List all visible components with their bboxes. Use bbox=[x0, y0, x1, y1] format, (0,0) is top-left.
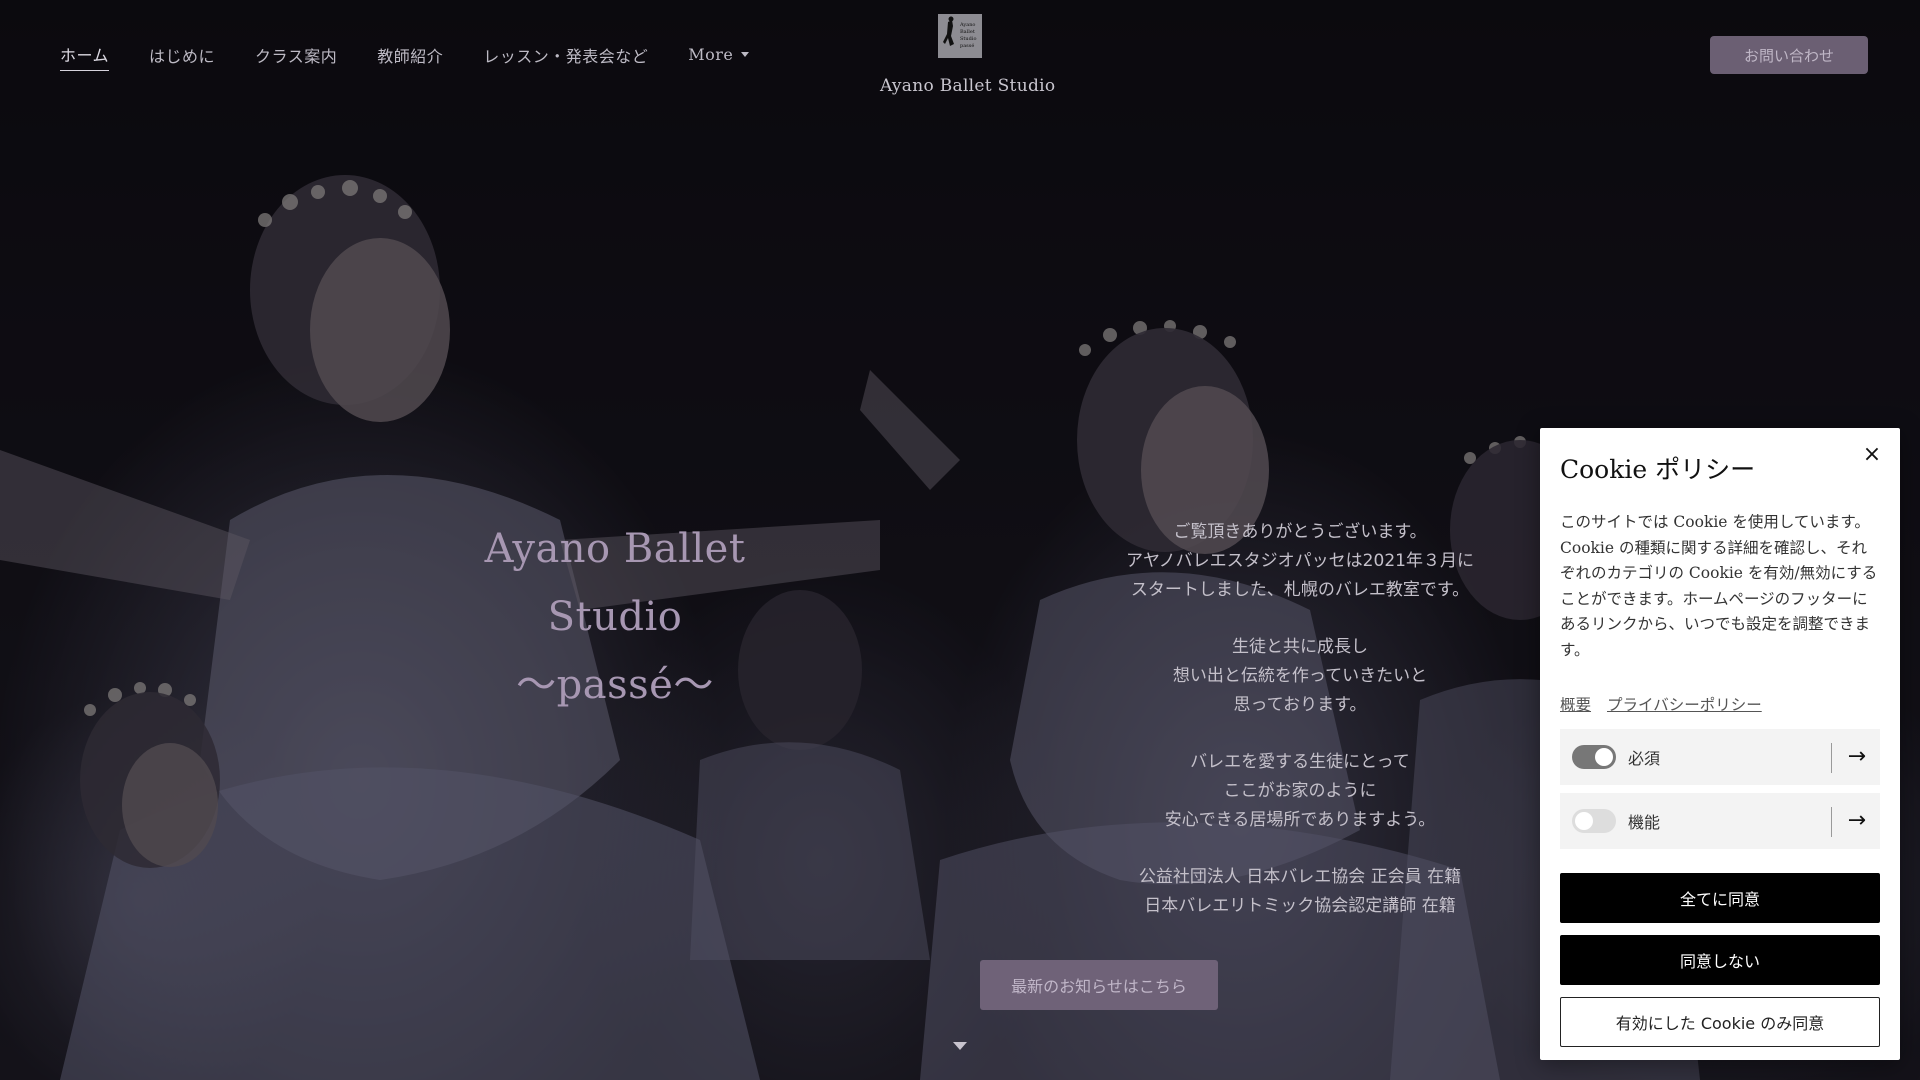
intro-line: 生徒と共に成長し bbox=[1232, 637, 1368, 657]
intro-line: ご覧頂きありがとうございます。 bbox=[1173, 522, 1427, 542]
cookie-dialog-title: Cookie ポリシー bbox=[1560, 455, 1756, 484]
hero-intro-text: ご覧頂きありがとうございます。 アヤノバレエスタジオパッセは2021年３月に ス… bbox=[1080, 518, 1520, 949]
intro-line: ここがお家のように bbox=[1223, 781, 1377, 801]
cookie-policy-dialog: Cookie ポリシー × このサイトでは Cookie を使用しています。Co… bbox=[1540, 428, 1900, 1060]
site-logo[interactable]: Ayano Ballet Studio passé Ayano Ballet S… bbox=[880, 14, 1056, 96]
accept-all-button[interactable]: 全てに同意 bbox=[1560, 873, 1880, 923]
cookie-category-required: 必須 → bbox=[1560, 729, 1880, 785]
privacy-policy-link[interactable]: プライバシーポリシー bbox=[1607, 693, 1762, 715]
row-divider bbox=[1831, 743, 1832, 773]
row-divider bbox=[1831, 807, 1832, 837]
cookie-category-functional: 機能 → bbox=[1560, 793, 1880, 849]
hero-title-line-1: Ayano Ballet Studio bbox=[484, 526, 746, 640]
nav-item-lessons-recitals[interactable]: レッスン・発表会など bbox=[483, 42, 648, 71]
scroll-down-icon[interactable] bbox=[953, 1042, 967, 1050]
intro-line: 想い出と伝統を作っていきたいと bbox=[1172, 666, 1428, 686]
intro-line: 公益社団法人 日本バレエ協会 正会員 在籍 bbox=[1138, 867, 1462, 887]
intro-line: 思っております。 bbox=[1233, 695, 1367, 715]
latest-news-button[interactable]: 最新のお知らせはこちら bbox=[980, 960, 1218, 1010]
decline-button[interactable]: 同意しない bbox=[1560, 935, 1880, 985]
intro-line: 日本バレエリトミック協会認定講師 在籍 bbox=[1144, 896, 1456, 916]
intro-line: 安心できる居場所でありますよう。 bbox=[1164, 810, 1436, 830]
intro-line: バレエを愛する生徒にとって bbox=[1190, 752, 1410, 772]
required-cookie-toggle[interactable] bbox=[1572, 745, 1616, 769]
logo-image: Ayano Ballet Studio passé bbox=[938, 14, 982, 58]
cookie-category-label: 必須 bbox=[1628, 749, 1661, 768]
nav-more-label: More bbox=[688, 45, 734, 64]
contact-button[interactable]: お問い合わせ bbox=[1710, 36, 1868, 74]
intro-paragraph: 公益社団法人 日本バレエ協会 正会員 在籍 日本バレエリトミック協会認定講師 在… bbox=[1080, 863, 1520, 921]
nav-item-more[interactable]: More bbox=[688, 42, 750, 71]
cookie-overview-link[interactable]: 概要 bbox=[1560, 693, 1591, 715]
intro-paragraph: バレエを愛する生徒にとって ここがお家のように 安心できる居場所でありますよう。 bbox=[1080, 748, 1520, 835]
arrow-right-icon[interactable]: → bbox=[1848, 745, 1866, 769]
intro-paragraph: ご覧頂きありがとうございます。 アヤノバレエスタジオパッセは2021年３月に ス… bbox=[1080, 518, 1520, 605]
arrow-right-icon[interactable]: → bbox=[1848, 809, 1866, 833]
intro-line: スタートしました、札幌のバレエ教室です。 bbox=[1130, 580, 1470, 600]
toggle-knob bbox=[1575, 812, 1593, 830]
hero-title: Ayano Ballet Studio 〜passé〜 bbox=[415, 515, 815, 719]
nav-item-intro[interactable]: はじめに bbox=[149, 42, 215, 71]
intro-paragraph: 生徒と共に成長し 想い出と伝統を作っていきたいと 思っております。 bbox=[1080, 633, 1520, 720]
logo-line-4: passé bbox=[960, 42, 974, 49]
hero-title-line-2: 〜passé〜 bbox=[516, 662, 714, 708]
chevron-down-icon bbox=[741, 52, 750, 57]
dancer-silhouette-icon: Ayano Ballet Studio passé bbox=[938, 14, 982, 58]
logo-line-3: Studio bbox=[960, 36, 976, 42]
nav-item-classes[interactable]: クラス案内 bbox=[255, 42, 337, 71]
cookie-description: このサイトでは Cookie を使用しています。Cookie の種類に関する詳細… bbox=[1560, 513, 1878, 659]
logo-line-2: Ballet bbox=[960, 29, 975, 35]
site-header: ホーム はじめに クラス案内 教師紹介 レッスン・発表会など More Ayan… bbox=[0, 0, 1920, 110]
cookie-category-label: 機能 bbox=[1628, 813, 1661, 832]
nav-item-home[interactable]: ホーム bbox=[60, 42, 110, 71]
close-icon[interactable]: × bbox=[1860, 444, 1884, 468]
functional-cookie-toggle[interactable] bbox=[1572, 809, 1616, 833]
main-nav: ホーム はじめに クラス案内 教師紹介 レッスン・発表会など More bbox=[60, 42, 750, 71]
toggle-knob bbox=[1595, 748, 1613, 766]
accept-selected-button[interactable]: 有効にした Cookie のみ同意 bbox=[1560, 997, 1880, 1047]
intro-line: アヤノバレエスタジオパッセは2021年３月に bbox=[1126, 551, 1474, 571]
cookie-links: 概要 プライバシーポリシー bbox=[1560, 693, 1880, 715]
logo-line-1: Ayano bbox=[959, 22, 975, 28]
nav-item-teachers[interactable]: 教師紹介 bbox=[377, 42, 443, 71]
site-name: Ayano Ballet Studio bbox=[880, 76, 1056, 96]
